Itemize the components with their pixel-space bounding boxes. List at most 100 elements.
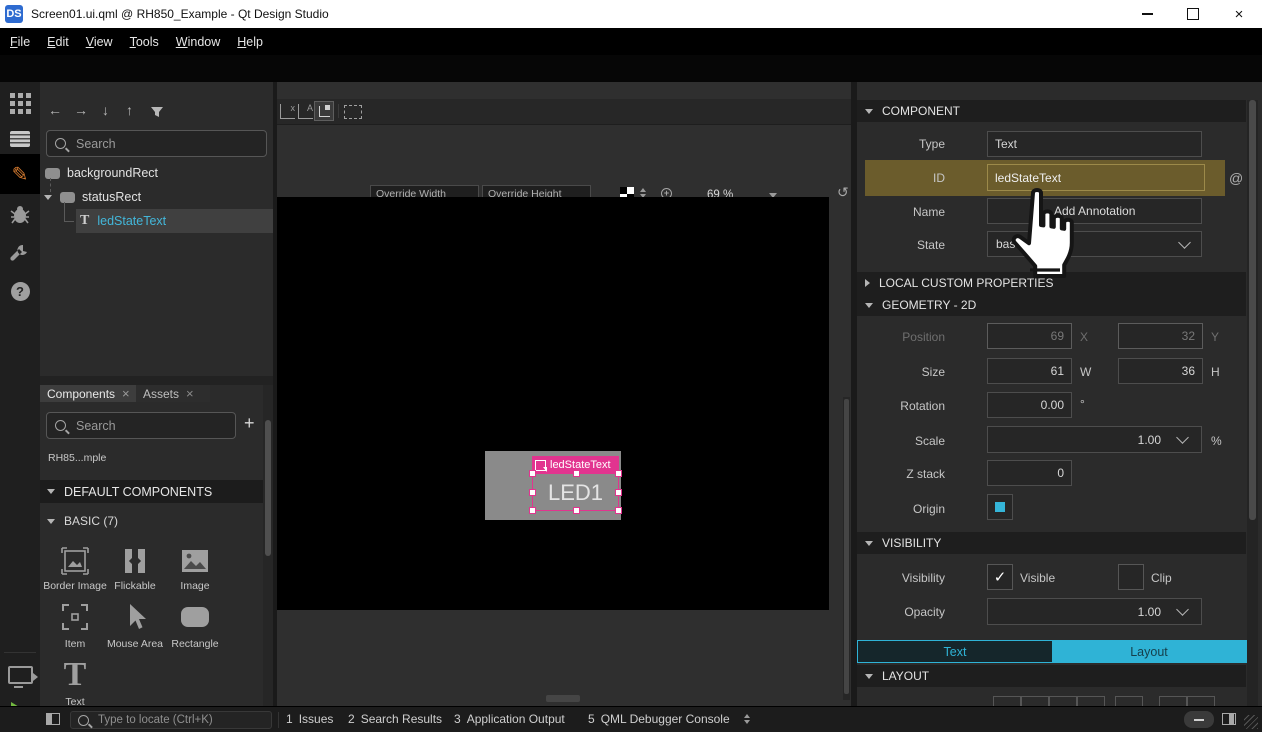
position-x-input[interactable] <box>988 329 1071 343</box>
menu-edit[interactable]: Edit <box>47 35 69 49</box>
expander-down-icon[interactable] <box>44 195 52 200</box>
origin-button[interactable] <box>987 494 1013 520</box>
annotation-at-icon[interactable]: @ <box>1229 170 1243 186</box>
id-field[interactable] <box>987 164 1205 191</box>
add-annotation-button[interactable]: Add Annotation <box>1054 204 1135 218</box>
section-default-components[interactable]: DEFAULT COMPONENTS <box>40 480 273 503</box>
state-combobox[interactable]: base <box>987 231 1202 257</box>
help-mode-icon[interactable]: ? <box>0 274 40 308</box>
rotation-field[interactable] <box>987 392 1072 418</box>
move-down-icon[interactable]: ↓ <box>102 102 109 118</box>
type-field[interactable] <box>987 131 1202 157</box>
tree-item-ledstatetext[interactable]: T ledStateText <box>76 209 273 233</box>
tools-mode-icon[interactable] <box>0 236 40 270</box>
editor-hscrollbar-thumb[interactable] <box>546 695 580 702</box>
section-local-custom-properties[interactable]: LOCAL CUSTOM PROPERTIES <box>857 272 1246 294</box>
move-right-icon[interactable]: → <box>74 102 88 118</box>
anchor-button[interactable] <box>1159 696 1187 706</box>
show-bounds-x-icon[interactable]: x <box>280 104 295 119</box>
welcome-mode-icon[interactable] <box>0 86 40 120</box>
clip-checkbox[interactable] <box>1118 564 1144 590</box>
component-label[interactable]: Text <box>40 696 110 706</box>
resize-handle-nw[interactable] <box>529 470 536 477</box>
z-stack-field[interactable] <box>987 460 1072 486</box>
edit-mode-icon[interactable] <box>0 122 40 156</box>
border-image-icon[interactable] <box>58 544 92 578</box>
hide-output-pane-button[interactable] <box>1184 711 1214 728</box>
output-pane-qml-debugger-console[interactable]: 5QML Debugger Console <box>588 712 730 726</box>
components-search[interactable] <box>46 412 236 439</box>
menu-tools[interactable]: Tools <box>130 35 159 49</box>
size-h-input[interactable] <box>1119 364 1202 378</box>
position-y-field[interactable] <box>1118 323 1203 349</box>
opacity-combobox[interactable]: 1.00 <box>987 598 1202 625</box>
scrollbar-thumb[interactable] <box>1249 100 1256 520</box>
resize-handle-s[interactable] <box>573 507 580 514</box>
anchor-button[interactable] <box>1021 696 1049 706</box>
debug-mode-icon[interactable] <box>0 198 40 232</box>
scrollbar-thumb[interactable] <box>265 420 271 556</box>
tree-item-backgroundrect[interactable]: backgroundRect <box>40 161 273 185</box>
anchor-button[interactable] <box>993 696 1021 706</box>
scrollbar-thumb[interactable] <box>844 399 849 694</box>
reset-view-icon[interactable]: ↺ <box>837 184 849 201</box>
section-layout[interactable]: LAYOUT <box>857 665 1246 687</box>
resize-handle-ne[interactable] <box>615 470 622 477</box>
tab-assets-close-icon[interactable]: × <box>186 387 194 400</box>
minimize-button[interactable] <box>1124 1 1170 28</box>
menu-file[interactable]: File <box>10 35 30 49</box>
tab-assets[interactable]: Assets× <box>136 385 210 402</box>
add-module-button[interactable]: + <box>244 413 255 434</box>
anchor-button[interactable] <box>1077 696 1105 706</box>
toggle-right-sidebar-icon[interactable] <box>1222 713 1236 725</box>
position-y-input[interactable] <box>1119 329 1202 343</box>
toggle-left-sidebar-icon[interactable] <box>46 713 60 725</box>
rectangle-icon[interactable] <box>178 600 212 634</box>
module-tab[interactable]: RH85...mple <box>48 452 106 464</box>
maximize-button[interactable] <box>1170 1 1216 28</box>
show-bounds-a-icon[interactable]: A <box>298 104 313 119</box>
design-canvas[interactable]: ledStateText LED1 <box>277 197 829 610</box>
design-mode-icon[interactable]: ✎ <box>0 154 40 194</box>
position-x-field[interactable] <box>987 323 1072 349</box>
menu-help[interactable]: Help <box>237 35 263 49</box>
resize-handle-n[interactable] <box>573 470 580 477</box>
move-up-icon[interactable]: ↑ <box>126 102 133 118</box>
subtab-layout[interactable]: Layout <box>1052 641 1246 662</box>
size-w-input[interactable] <box>988 364 1071 378</box>
menu-view[interactable]: View <box>86 35 113 49</box>
selection-box[interactable]: LED1 <box>532 473 619 511</box>
image-icon[interactable] <box>178 544 212 578</box>
resize-handle-se[interactable] <box>615 507 622 514</box>
properties-scrollbar[interactable] <box>1247 100 1258 706</box>
output-pane-search-results[interactable]: 2Search Results <box>348 712 442 726</box>
type-input[interactable] <box>988 137 1201 151</box>
section-basic[interactable]: BASIC (7) <box>47 514 118 528</box>
section-geometry-2d[interactable]: GEOMETRY - 2D <box>857 294 1246 316</box>
output-pane-spinner-icon[interactable] <box>744 714 750 724</box>
id-input[interactable] <box>988 171 1204 185</box>
output-pane-issues[interactable]: 1Issues <box>286 712 333 726</box>
tab-components-close-icon[interactable]: × <box>122 387 130 400</box>
editor-vscrollbar[interactable] <box>843 397 850 700</box>
show-bounds-active-button[interactable] <box>314 101 334 121</box>
locator-input[interactable] <box>96 713 264 727</box>
component-label[interactable]: Rectangle <box>160 638 230 650</box>
resize-handle-e[interactable] <box>615 489 622 496</box>
tab-components[interactable]: Components× <box>40 385 148 402</box>
size-h-field[interactable] <box>1118 358 1203 384</box>
size-w-field[interactable] <box>987 358 1072 384</box>
navigator-search[interactable] <box>46 130 267 157</box>
name-field[interactable]: Add Annotation <box>987 198 1202 224</box>
anchor-button[interactable] <box>1187 696 1215 706</box>
resize-grip[interactable] <box>1244 715 1258 729</box>
anchor-button[interactable] <box>1049 696 1077 706</box>
menu-window[interactable]: Window <box>176 35 220 49</box>
selection-outline-icon[interactable] <box>344 105 362 119</box>
anchor-button[interactable] <box>1115 696 1143 706</box>
close-button[interactable]: × <box>1216 1 1262 28</box>
components-search-input[interactable] <box>74 418 227 434</box>
text-component-icon[interactable]: T <box>58 658 92 692</box>
rotation-input[interactable] <box>988 398 1071 412</box>
filter-icon[interactable] <box>150 106 164 118</box>
